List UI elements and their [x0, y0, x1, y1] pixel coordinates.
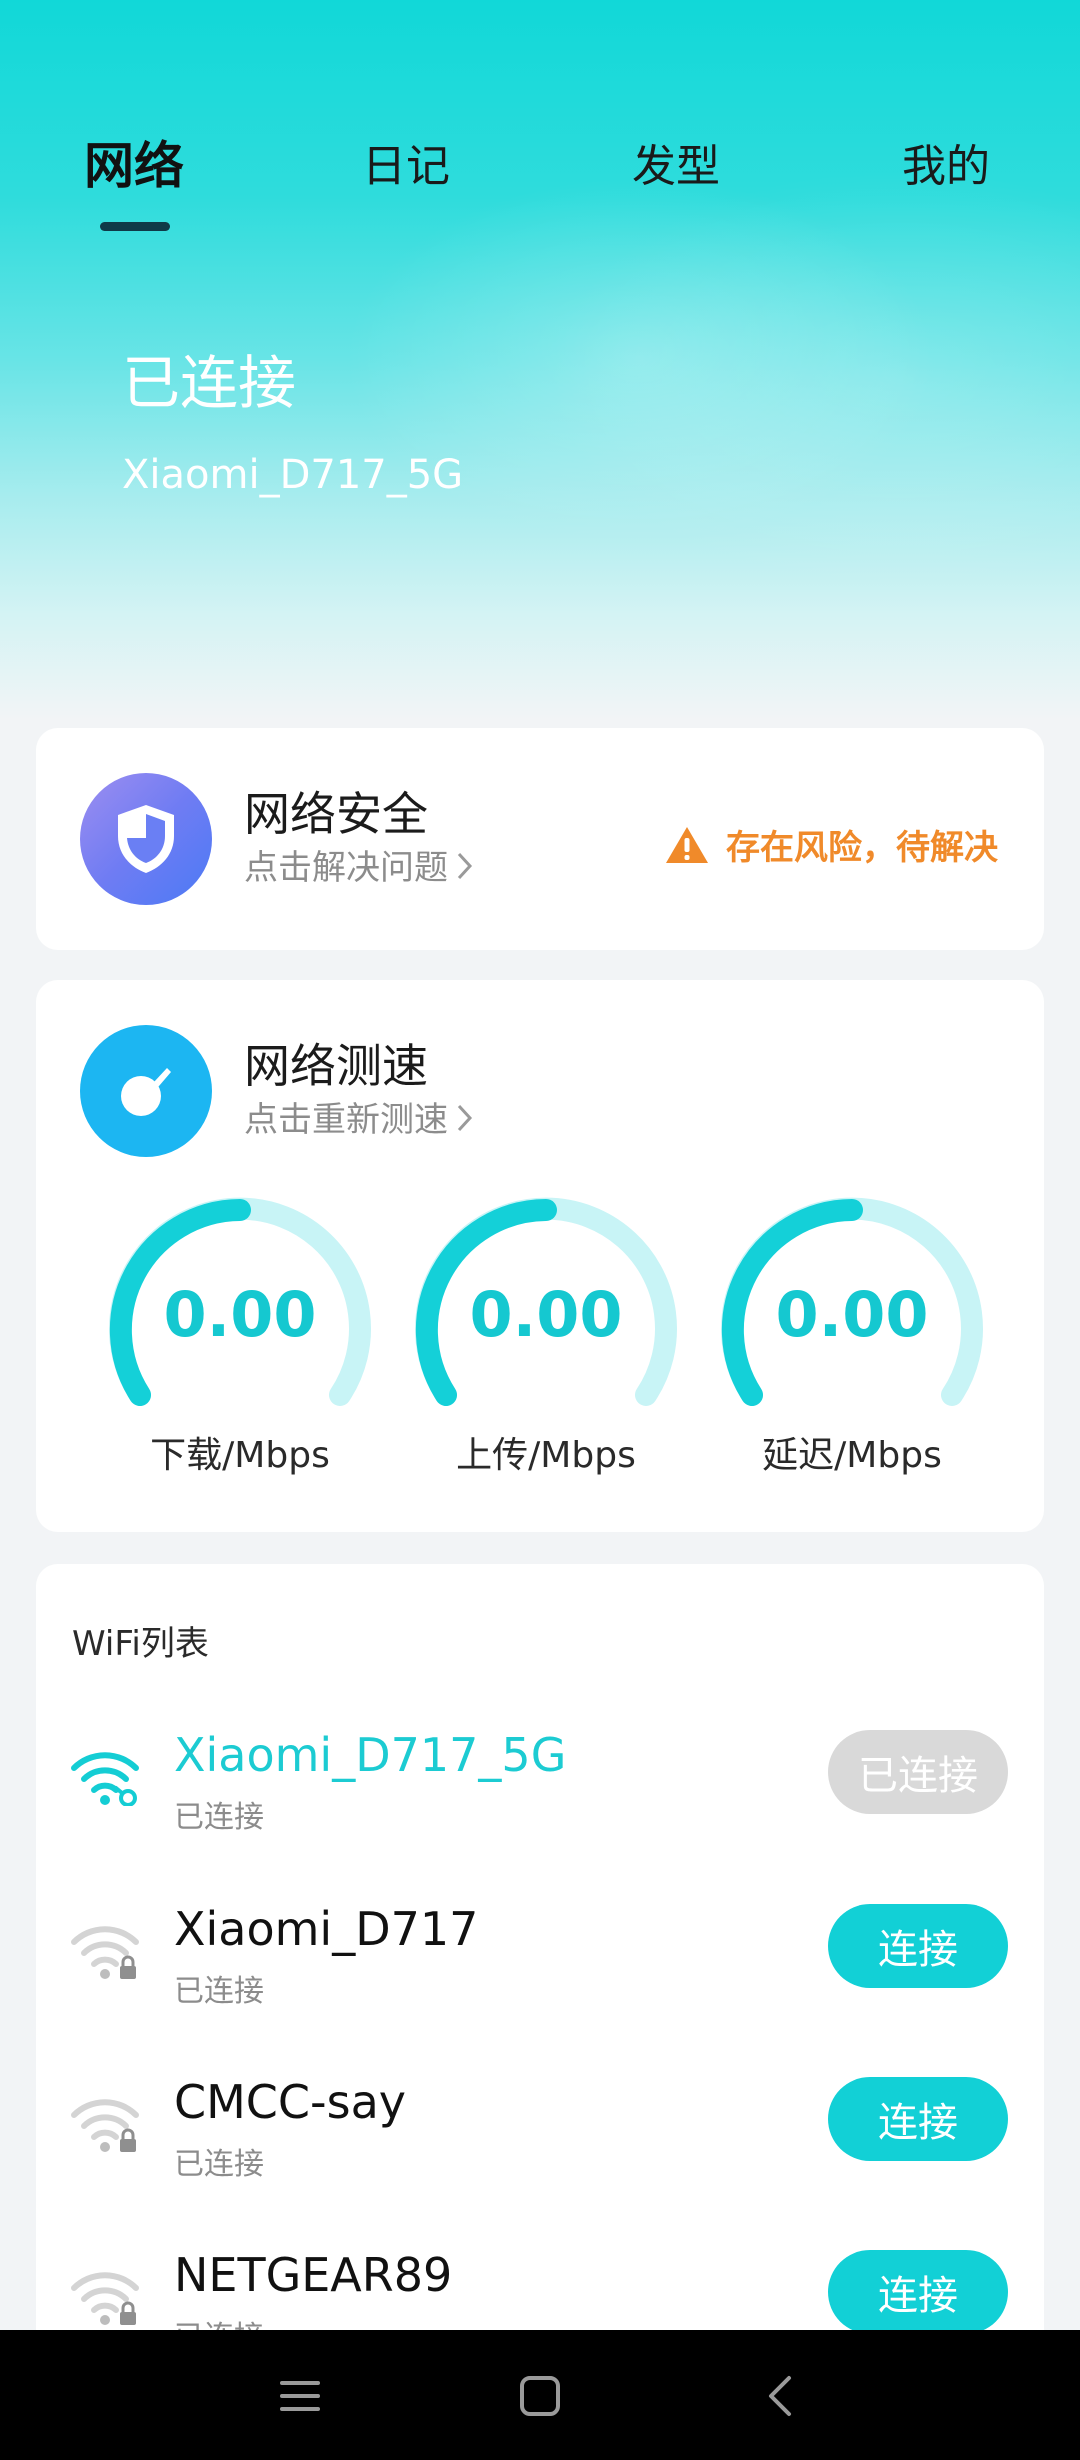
download-value: 0.00 — [163, 1278, 317, 1351]
speed-subtitle-text: 点击重新测速 — [244, 1100, 448, 1140]
upload-gauge: 0.00 上传/Mbps — [406, 1190, 686, 1500]
tab-diary[interactable]: 日记 — [362, 130, 450, 194]
connect-button[interactable]: 连接 — [828, 1904, 1008, 1988]
security-subtitle-text: 点击解决问题 — [244, 848, 448, 888]
top-tab-bar: 网络 日记 发型 我的 — [0, 110, 1080, 240]
security-title: 网络安全 — [244, 787, 428, 841]
connected-button: 已连接 — [828, 1730, 1008, 1814]
home-icon[interactable] — [510, 2366, 570, 2426]
latency-label: 延迟/Mbps — [762, 1435, 942, 1476]
upload-value: 0.00 — [469, 1278, 623, 1351]
speed-subtitle[interactable]: 点击重新测速 — [244, 1092, 474, 1142]
app-screen: 网络 日记 发型 我的 已连接 Xiaomi_D717_5G 网络安全 点击解决… — [0, 0, 1080, 2460]
tab-active-indicator — [100, 222, 170, 231]
chevron-right-icon — [456, 850, 474, 890]
connection-status: 已连接 — [122, 349, 297, 417]
risk-text: 存在风险，待解决 — [726, 828, 998, 868]
tab-network[interactable]: 网络 — [84, 126, 184, 198]
wifi-locked-icon — [70, 2097, 140, 2157]
download-gauge: 0.00 下载/Mbps — [100, 1190, 380, 1500]
tab-hairstyle[interactable]: 发型 — [632, 130, 720, 194]
wifi-list-title: WiFi列表 — [72, 1624, 209, 1664]
wifi-status: 已连接 — [174, 1974, 264, 2009]
speed-title: 网络测速 — [244, 1039, 428, 1093]
wifi-status: 已连接 — [174, 2147, 264, 2182]
wifi-name: Xiaomi_D717_5G — [174, 1728, 567, 1782]
wifi-name: NETGEAR89 — [174, 2248, 453, 2302]
menu-icon[interactable] — [270, 2366, 330, 2426]
wifi-list-item[interactable]: Xiaomi_D717 已连接 连接 — [36, 1884, 1044, 2034]
connect-button[interactable]: 连接 — [828, 2250, 1008, 2334]
system-nav-bar — [0, 2330, 1080, 2460]
wifi-locked-icon — [70, 2270, 140, 2330]
latency-gauge: 0.00 延迟/Mbps — [712, 1190, 992, 1500]
connected-ssid: Xiaomi_D717_5G — [122, 452, 464, 498]
download-label: 下载/Mbps — [150, 1435, 330, 1476]
back-icon[interactable] — [750, 2366, 810, 2426]
network-security-card[interactable]: 网络安全 点击解决问题 存在风险，待解决 — [36, 728, 1044, 950]
wifi-status: 已连接 — [174, 1800, 264, 1835]
wifi-list-card: WiFi列表 Xiaomi_D717_5G 已连接 已连接 Xiaomi_D71… — [36, 1564, 1044, 2364]
security-risk-status[interactable]: 存在风险，待解决 — [664, 820, 998, 869]
security-subtitle[interactable]: 点击解决问题 — [244, 840, 474, 890]
latency-value: 0.00 — [775, 1278, 929, 1351]
wifi-locked-icon — [70, 1924, 140, 1984]
wifi-list-item[interactable]: CMCC-say 已连接 连接 — [36, 2057, 1044, 2207]
chevron-right-icon — [456, 1102, 474, 1142]
speed-test-card: 网络测速 点击重新测速 0.00 下载/Mbps 0.00 上传/Mbps 0.… — [36, 980, 1044, 1532]
warning-icon — [666, 826, 708, 863]
speedometer-icon[interactable] — [80, 1025, 212, 1157]
wifi-name: Xiaomi_D717 — [174, 1902, 479, 1956]
shield-icon — [80, 773, 212, 905]
wifi-name: CMCC-say — [174, 2075, 407, 2129]
wifi-connected-icon — [70, 1750, 140, 1810]
tab-mine[interactable]: 我的 — [902, 130, 990, 194]
upload-label: 上传/Mbps — [456, 1435, 636, 1476]
wifi-list-item[interactable]: Xiaomi_D717_5G 已连接 已连接 — [36, 1710, 1044, 1860]
connect-button[interactable]: 连接 — [828, 2077, 1008, 2161]
